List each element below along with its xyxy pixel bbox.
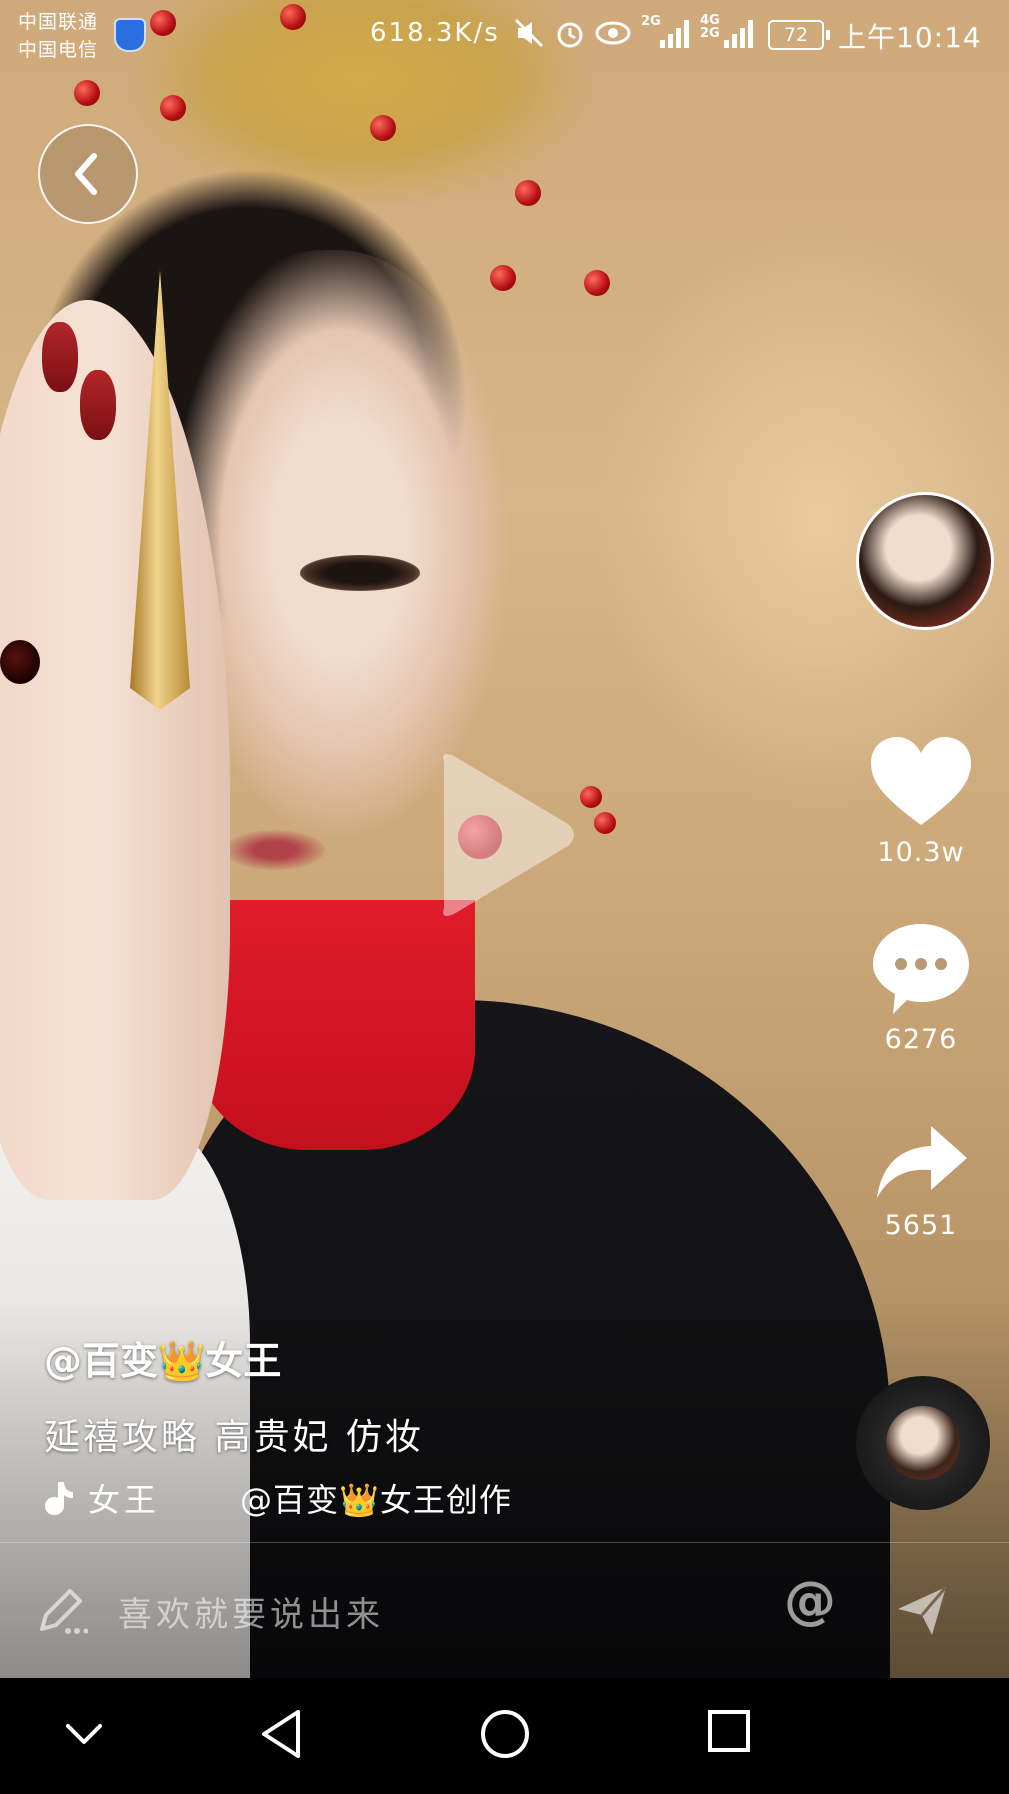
back-icon [75,153,97,195]
bead [160,95,186,121]
music-info[interactable]: 女王 @百变👑女王创作 [44,1476,540,1520]
system-nav-bar [0,1678,1009,1794]
play-icon[interactable] [430,750,580,920]
comment-count: 6276 [884,1024,958,1055]
signal-2-label: 4G 2G [700,13,720,41]
comment-button[interactable]: 6276 [866,922,976,1055]
share-icon [877,1126,967,1198]
music-title: 女王 [88,1481,161,1519]
status-bar: 中国联通 中国电信 618.3K/s 2G 4G 2G 72 上午10:14 [0,0,1009,72]
signal-2-bars-icon [724,18,753,48]
bead [580,786,602,808]
music-disc[interactable] [856,1376,990,1510]
collar-illustration [195,900,475,1150]
alarm-icon [557,22,583,48]
music-disc-cover [886,1406,960,1480]
nail [80,370,116,440]
eye-illustration [300,555,420,591]
bead [370,115,396,141]
lips-illustration [225,830,325,870]
carrier-2: 中国电信 [18,39,99,61]
carrier-1: 中国联通 [18,11,99,33]
nav-back-icon[interactable] [258,1708,304,1760]
battery-indicator: 72 [768,20,830,50]
shield-icon [114,18,146,52]
like-button[interactable]: 10.3w [866,735,976,868]
nav-recents-icon[interactable] [706,1708,752,1754]
signal-1-bars-icon [660,18,689,48]
author-avatar[interactable] [856,492,994,630]
signal-1-label: 2G [641,14,661,29]
send-icon[interactable] [894,1583,950,1639]
bead [74,80,100,106]
bead [584,270,610,296]
clock: 上午10:14 [838,21,982,54]
author-name[interactable]: @百变👑女王 [44,1330,281,1385]
bead [490,265,516,291]
share-button[interactable]: 5651 [866,1122,976,1241]
ring-illustration [0,640,40,684]
comment-input[interactable]: 喜欢就要说出来 [118,1587,678,1636]
nav-home-icon[interactable] [479,1708,531,1760]
music-credit: @百变👑女王创作 [240,1481,512,1519]
comment-icon [873,924,969,1014]
nav-down-icon[interactable] [64,1722,104,1748]
at-icon[interactable]: @ [784,1571,836,1631]
bead [594,812,616,834]
net-speed: 618.3K/s [370,18,500,48]
heart-icon [871,737,971,825]
bead [515,180,541,206]
like-count: 10.3w [877,837,965,868]
eye-comfort-icon [595,21,631,45]
share-count: 5651 [884,1210,958,1241]
music-note-icon [45,1482,73,1515]
video-description: 延禧攻略 高贵妃 仿妆 [44,1417,424,1458]
nail [42,322,78,392]
comment-bar: 喜欢就要说出来 @ [0,1542,1009,1679]
pen-icon [40,1589,88,1634]
mute-icon [514,18,544,48]
back-button[interactable] [38,124,138,224]
